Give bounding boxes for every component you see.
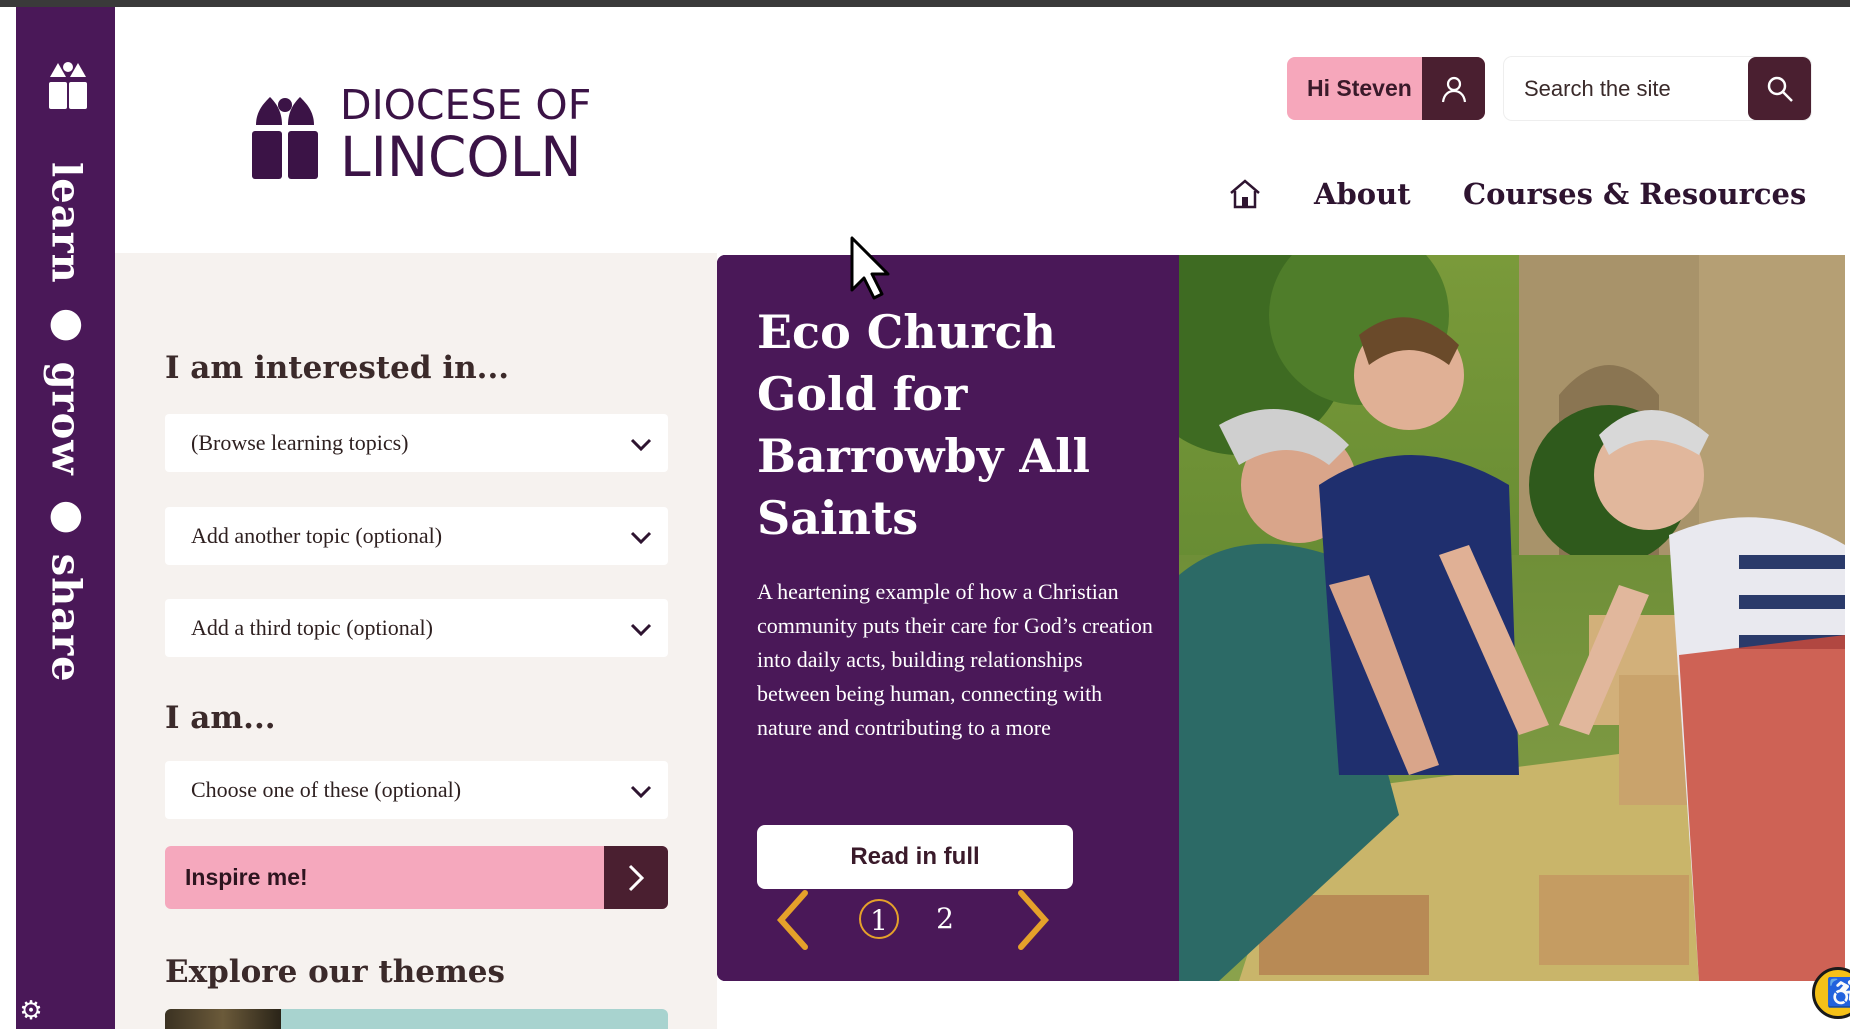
search-input[interactable] <box>1504 57 1748 120</box>
role-select-value: Choose one of these (optional) <box>191 777 462 802</box>
hero-title: Eco Church Gold for Barrowby All Saints <box>757 305 1090 545</box>
filter-column: DIOCESE OF LINCOLN I am interested in...… <box>115 7 717 1029</box>
inspire-go[interactable] <box>604 846 668 909</box>
carousel-pager: 1 2 <box>773 883 1073 951</box>
account-button[interactable]: Hi Steven <box>1287 57 1485 120</box>
brand-wordmark: DIOCESE OF LINCOLN <box>340 85 591 185</box>
accessibility-icon: ♿ <box>1826 977 1850 1008</box>
inspire-me-button[interactable]: Inspire me! <box>165 846 668 909</box>
tagline: learn ● grow ● share <box>36 162 96 683</box>
arrow-right-icon <box>628 864 645 892</box>
topic-select-2[interactable]: Add another topic (optional) <box>165 507 668 565</box>
read-in-full-button[interactable]: Read in full <box>757 825 1073 889</box>
topic-select-1[interactable]: (Browse learning topics) <box>165 414 668 472</box>
logo-area[interactable]: DIOCESE OF LINCOLN <box>115 7 717 253</box>
site-search <box>1504 57 1811 120</box>
settings-icon[interactable]: ⚙ <box>16 995 46 1025</box>
iam-heading: I am... <box>165 700 276 736</box>
accessibility-button[interactable]: ♿ <box>1812 967 1850 1019</box>
chevron-down-icon <box>630 785 652 799</box>
search-button[interactable] <box>1748 57 1811 120</box>
diocese-logo-icon <box>252 97 318 179</box>
brand-line1: DIOCESE OF <box>340 81 592 129</box>
page-2[interactable]: 2 <box>925 899 965 939</box>
nav-about-link[interactable]: About <box>1314 177 1411 211</box>
topic-select-1-value: (Browse learning topics) <box>191 430 409 455</box>
chevron-left-icon[interactable] <box>773 889 813 951</box>
user-button[interactable] <box>1422 57 1485 120</box>
role-select[interactable]: Choose one of these (optional) <box>165 761 668 819</box>
nav-courses-link[interactable]: Courses & Resources <box>1463 177 1806 211</box>
page-1[interactable]: 1 <box>859 899 899 939</box>
tagline-text: learn ● grow ● share <box>42 162 90 683</box>
search-icon <box>1767 76 1793 102</box>
theme-card-image <box>165 1009 281 1029</box>
inspire-me-label: Inspire me! <box>185 864 308 890</box>
topic-select-3-value: Add a third topic (optional) <box>191 615 433 640</box>
chevron-right-icon[interactable] <box>1013 889 1053 951</box>
hero-summary: A heartening example of how a Christian … <box>757 579 1153 740</box>
theme-card[interactable] <box>165 1009 668 1029</box>
hero-photo <box>1179 255 1845 981</box>
topic-select-3[interactable]: Add a third topic (optional) <box>165 599 668 657</box>
themes-heading: Explore our themes <box>165 954 505 990</box>
chevron-down-icon <box>630 531 652 545</box>
topic-select-2-value: Add another topic (optional) <box>191 523 443 548</box>
hero-carousel: Eco Church Gold for Barrowby All Saints … <box>717 255 1845 981</box>
nav-item-courses[interactable]: Courses & Resources <box>1463 170 1806 218</box>
nav-item-about[interactable]: About <box>1314 170 1411 218</box>
greeting-label: Hi Steven <box>1307 75 1412 101</box>
chevron-down-icon <box>630 623 652 637</box>
top-border <box>0 0 1850 7</box>
interest-heading: I am interested in... <box>165 350 510 386</box>
church-icon <box>49 62 87 109</box>
sidebar-band: learn ● grow ● share ⚙ <box>16 7 115 1029</box>
brand-line2: LINCOLN <box>340 125 582 189</box>
user-icon <box>1441 76 1467 103</box>
hero-panel: Eco Church Gold for Barrowby All Saints … <box>717 255 1179 981</box>
nav-home[interactable] <box>1228 170 1268 218</box>
mouse-cursor <box>850 236 890 300</box>
home-icon <box>1230 179 1260 209</box>
chevron-down-icon <box>630 438 652 452</box>
